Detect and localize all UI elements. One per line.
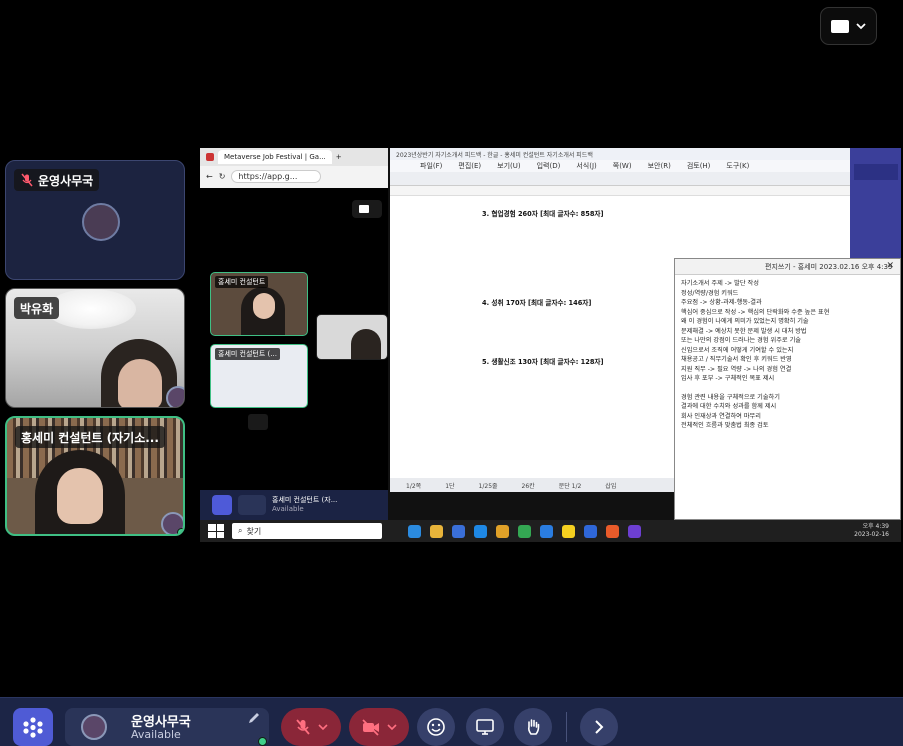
control-bar: 운영사무국 Available bbox=[0, 697, 903, 746]
mic-toggle-button[interactable] bbox=[281, 708, 341, 746]
mini-meeting-stage: 홍세미 컨설턴트 홍세미 컨설턴트 (... bbox=[200, 188, 388, 490]
mic-muted-icon bbox=[296, 719, 310, 735]
participant-name-label: 운영사무국 bbox=[14, 169, 100, 191]
emoji-button[interactable] bbox=[417, 708, 455, 746]
mini-participant-tile: 홍세미 컨설턴트 bbox=[210, 272, 308, 336]
expand-toolbar-button[interactable] bbox=[580, 708, 618, 746]
app-icon bbox=[628, 524, 641, 538]
mail-icon bbox=[474, 524, 487, 538]
refresh-icon: ↻ bbox=[218, 171, 226, 181]
kakaotalk-icon bbox=[562, 524, 575, 538]
camera-off-icon bbox=[362, 719, 379, 736]
raise-hand-button[interactable] bbox=[514, 708, 552, 746]
back-icon: ← bbox=[206, 171, 213, 181]
address-bar: https://app.g... bbox=[231, 169, 322, 183]
store-icon bbox=[452, 524, 465, 538]
participant-name-label: 박유화 bbox=[14, 297, 60, 319]
mic-muted-icon bbox=[21, 173, 33, 187]
new-tab-icon: + bbox=[335, 153, 342, 161]
online-status-dot bbox=[258, 737, 267, 746]
taskbar-search: ⌕ 찾기 bbox=[232, 523, 382, 539]
memo-window: 편지쓰기 - 홍세미 2023.02.16 오후 4:39 ✕ 자기소개서 주제… bbox=[674, 258, 901, 520]
avatar bbox=[81, 714, 107, 740]
chevron-down-icon bbox=[318, 724, 328, 731]
online-status-dot bbox=[177, 528, 183, 534]
chevron-down-icon bbox=[855, 23, 866, 30]
excel-icon bbox=[518, 524, 531, 538]
chevron-right-icon bbox=[595, 720, 604, 734]
online-status-dot bbox=[182, 402, 184, 407]
search-icon: ⌕ bbox=[238, 526, 243, 535]
shared-screen: Metaverse Job Festival | Ga... + ← ↻ htt… bbox=[200, 148, 901, 542]
layout-toggle-button[interactable] bbox=[820, 7, 877, 45]
screen-share-button[interactable] bbox=[466, 708, 504, 746]
hand-icon bbox=[527, 719, 540, 735]
folder-icon bbox=[430, 524, 443, 538]
memo-title: 편지쓰기 - 홍세미 2023.02.16 오후 4:39 ✕ bbox=[675, 259, 900, 275]
browser-window: Metaverse Job Festival | Ga... + ← ↻ htt… bbox=[200, 148, 388, 188]
document-title: 2023년상반기 자기소개서 피드백 - 한글 - 홍세미 컨설턴트 자기소개서… bbox=[390, 148, 850, 160]
participant-tile[interactable]: 박유화 bbox=[5, 288, 185, 408]
user-profile-card[interactable]: 운영사무국 Available bbox=[65, 708, 269, 746]
divider bbox=[566, 712, 567, 742]
windows-start-icon bbox=[208, 524, 224, 538]
layout-icon bbox=[352, 200, 382, 218]
memo-body: 자기소개서 주제 -> 발단 작성 정성/역량/경험 키워드 주요점 -> 상황… bbox=[681, 280, 830, 429]
close-icon: ✕ bbox=[886, 261, 894, 271]
app-menu-button[interactable] bbox=[13, 708, 53, 746]
browser-tab: Metaverse Job Festival | Ga... bbox=[218, 150, 332, 164]
mini-control-bar: 홍세미 컨설턴트 (자... Available bbox=[200, 490, 388, 520]
mini-participant-tile bbox=[316, 314, 388, 360]
edge-icon bbox=[408, 524, 421, 538]
avatar bbox=[238, 495, 266, 515]
participant-tile-active[interactable]: 홍세미 컨설턴트 (자기소... bbox=[5, 416, 185, 536]
logo-icon bbox=[212, 495, 232, 515]
document-ruler bbox=[390, 186, 850, 196]
chrome-icon bbox=[606, 524, 619, 538]
mini-participant-tile: 홍세미 컨설턴트 (... bbox=[210, 344, 308, 408]
side-panel bbox=[850, 148, 901, 268]
avatar bbox=[82, 203, 120, 241]
hwp-icon bbox=[584, 524, 597, 538]
chevron-down-icon bbox=[387, 724, 397, 731]
camera-toggle-button[interactable] bbox=[349, 708, 409, 746]
participant-name-label: 홍세미 컨설턴트 (자기소... bbox=[15, 426, 165, 448]
files-icon bbox=[496, 524, 509, 538]
logo-icon bbox=[23, 717, 43, 738]
edit-icon[interactable] bbox=[247, 711, 261, 725]
screen-share-icon bbox=[476, 719, 494, 735]
app-icon bbox=[540, 524, 553, 538]
windows-taskbar: ⌕ 찾기 오후 4:39 2023-02-16 bbox=[200, 520, 901, 542]
document-menubar: 파일(F) 편집(E) 보기(U) 입력(D) 서식(J) 쪽(W) 보안(R)… bbox=[390, 160, 850, 172]
participant-tile[interactable]: 운영사무국 bbox=[5, 160, 185, 280]
chevron-down-icon bbox=[248, 414, 268, 430]
emoji-icon bbox=[427, 718, 445, 736]
layout-icon bbox=[830, 19, 849, 33]
document-toolbar bbox=[390, 172, 850, 186]
taskbar-clock: 오후 4:39 2023-02-16 bbox=[854, 523, 889, 538]
browser-icon bbox=[206, 153, 214, 161]
